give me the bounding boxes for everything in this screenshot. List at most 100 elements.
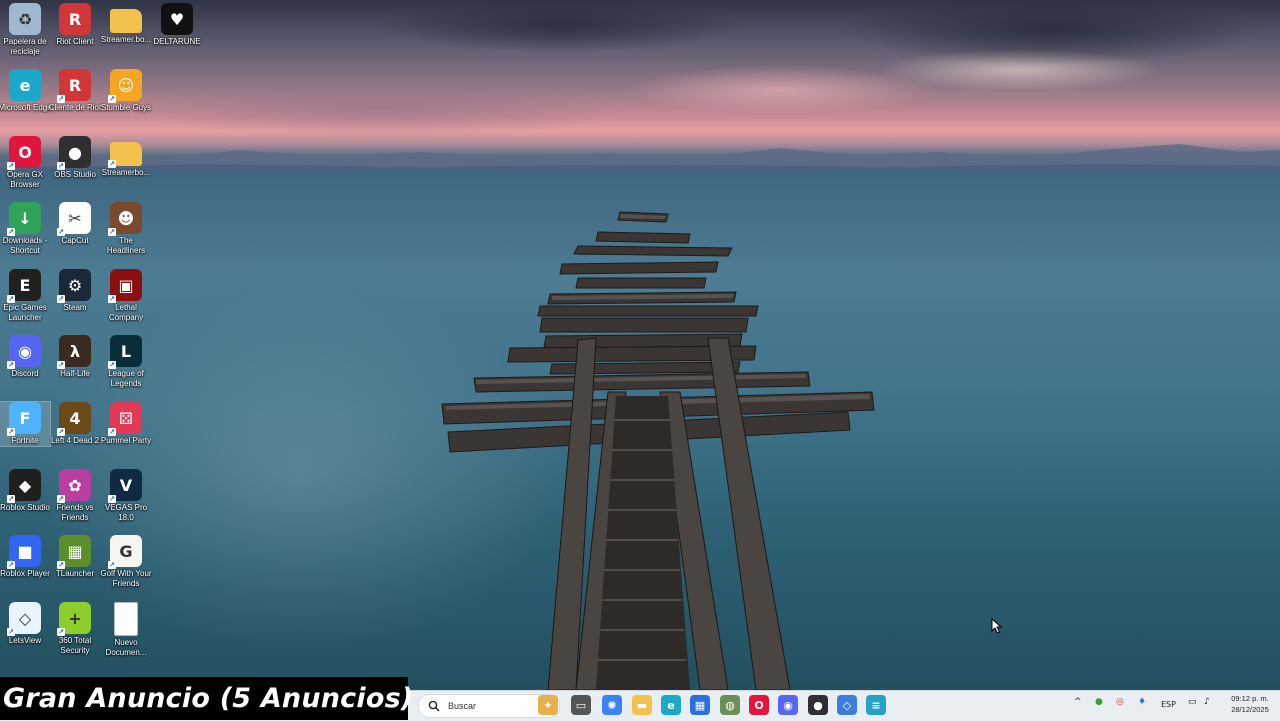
- desktop-icon-epic-games[interactable]: E ↗ Epic Games Launcher: [0, 269, 50, 323]
- roblox-player-icon: ■ ↗: [7, 535, 41, 569]
- desktop-icon-label: Golf With Your Friends: [100, 569, 152, 588]
- desktop-icon-riot-client[interactable]: R ↗ Cliente de Riot: [48, 69, 102, 113]
- clock-time: 09:12 p. m.: [1231, 694, 1269, 703]
- stumble-guys-icon: ☺ ↗: [108, 69, 142, 103]
- desktop-icon-half-life[interactable]: λ ↗ Half-Life: [50, 335, 100, 379]
- shortcut-arrow-icon: ↗: [57, 162, 65, 170]
- left4dead-icon: 4 ↗: [57, 402, 91, 436]
- letsview-icon: ◇ ↗: [7, 602, 41, 636]
- desktop-icon-steam[interactable]: ⚙ ↗ Steam: [50, 269, 100, 313]
- security-tray-icon[interactable]: ●: [1095, 697, 1103, 707]
- shortcut-arrow-icon: ↗: [57, 628, 65, 636]
- shortcut-arrow-icon: ↗: [108, 95, 116, 103]
- wallpaper-pier: [441, 211, 875, 690]
- language-indicator[interactable]: ESP: [1161, 700, 1176, 709]
- volume-icon[interactable]: ♪: [1204, 697, 1210, 707]
- desktop-icon-capcut[interactable]: ✂ ↗ CapCut: [50, 202, 100, 246]
- shortcut-arrow-icon: ↗: [7, 561, 15, 569]
- taskbar-widgets-icon[interactable]: ✦: [538, 695, 558, 715]
- obs-icon: ●: [813, 698, 823, 712]
- desktop-icon-label: Left 4 Dead 2: [50, 436, 100, 445]
- desktop-icon-label: CapCut: [61, 236, 89, 245]
- clock-date: 28/12/2025: [1231, 705, 1269, 714]
- taskbar-obs-icon[interactable]: ●: [808, 695, 828, 715]
- widgets-icon: ✦: [543, 698, 553, 712]
- shortcut-arrow-icon: ↗: [7, 628, 15, 636]
- taskbar-edge-icon[interactable]: e: [661, 695, 681, 715]
- desktop-icon-headliners[interactable]: ☻ ↗ The Headliners: [101, 202, 151, 256]
- edge-icon: e: [9, 69, 41, 101]
- desktop-icon-label: Steam: [63, 303, 87, 312]
- taskbar-opera-gx-icon[interactable]: O: [749, 695, 769, 715]
- app-icon: ◍: [725, 698, 735, 712]
- desktop-icon-pummel-party[interactable]: ⚄ ↗ Pummel Party: [101, 402, 151, 446]
- taskbar-clock[interactable]: 09:12 p. m. 28/12/2025: [1222, 693, 1278, 715]
- desktop-icon-grid: ♻ Papelera de reciclaje R Riot Client Stream…: [0, 0, 201, 690]
- desktop-icon-lethal-company[interactable]: ▣ ↗ Lethal Company: [101, 269, 151, 323]
- league-icon: L ↗: [108, 335, 142, 369]
- desktop-icon-stumble-guys[interactable]: ☺ ↗ Stumble Guys: [101, 69, 151, 113]
- shortcut-arrow-icon: ↗: [7, 228, 15, 236]
- golf-icon: G ↗: [108, 535, 142, 569]
- taskbar-task-view-icon[interactable]: ▭: [571, 695, 591, 715]
- half-life-icon: λ ↗: [57, 335, 91, 369]
- desktop-icon-roblox-player[interactable]: ■ ↗ Roblox Player: [0, 535, 50, 579]
- desktop-icon-edge[interactable]: e Microsoft Edge: [0, 69, 52, 113]
- desktop-icon-vegas-pro[interactable]: V ↗ VEGAS Pro 18.0: [101, 469, 151, 523]
- search-icon: [428, 700, 440, 712]
- text-document-icon: [114, 602, 138, 636]
- desktop-icon-riot-client[interactable]: R Riot Client: [50, 3, 100, 47]
- desktop-icon-label: 360 Total Security: [58, 636, 92, 655]
- desktop-icon-recycle-bin[interactable]: ♻ Papelera de reciclaje: [0, 3, 50, 57]
- shortcut-arrow-icon: ↗: [108, 561, 116, 569]
- desktop-icon-label: Streamer.bo...: [100, 35, 152, 44]
- taskbar-notepad-icon[interactable]: ≡: [866, 695, 886, 715]
- display-icon[interactable]: ▭: [1188, 697, 1197, 707]
- desktop-wallpaper: ♻ Papelera de reciclaje R Riot Client Stream…: [0, 0, 1280, 690]
- microphone-icon[interactable]: ♦: [1138, 697, 1146, 707]
- desktop-icon-left4dead[interactable]: 4 ↗ Left 4 Dead 2: [50, 402, 100, 446]
- desktop-icon-deltarune[interactable]: ♥ DELTARUNE: [152, 3, 202, 47]
- desktop-icon-fortnite[interactable]: F ↗ Fortnite: [0, 401, 51, 447]
- desktop-icon-discord[interactable]: ◉ ↗ Discord: [0, 335, 50, 379]
- taskbar-copilot-icon[interactable]: ✺: [602, 695, 622, 715]
- chevron-up-icon[interactable]: ^: [1074, 697, 1082, 707]
- desktop-icon-label: Cliente de Riot: [48, 103, 102, 112]
- desktop-icon-league[interactable]: L ↗ League of Legends: [101, 335, 151, 389]
- desktop-icon-letsview[interactable]: ◇ ↗ LetsView: [0, 602, 50, 646]
- desktop-icon-label: Pummel Party: [100, 436, 152, 445]
- discord-icon: ◉: [783, 698, 793, 712]
- desktop-icon-golf[interactable]: G ↗ Golf With Your Friends: [100, 535, 152, 589]
- shortcut-arrow-icon: ↗: [57, 361, 65, 369]
- taskbar-store-icon[interactable]: ▦: [690, 695, 710, 715]
- shortcut-arrow-icon: ↗: [7, 162, 15, 170]
- announcement-banner: Gran Anuncio (5 Anuncios): [0, 677, 413, 720]
- desktop-icon-label: TLauncher: [55, 569, 95, 578]
- task-view-icon: ▭: [575, 698, 587, 712]
- taskbar-file-explorer-icon[interactable]: ▬: [632, 695, 652, 715]
- desktop-icon-label: Discord: [11, 369, 39, 378]
- desktop-icon-folder[interactable]: ↗ Streamerbo...: [101, 136, 151, 178]
- desktop-icon-opera-gx[interactable]: O ↗ Opera GX Browser: [0, 136, 50, 190]
- desktop-icon-security-360[interactable]: + ↗ 360 Total Security: [50, 602, 100, 656]
- desktop-icon-label: Half-Life: [60, 369, 90, 378]
- desktop-icon-label: LetsView: [8, 636, 42, 645]
- taskbar-app-icon[interactable]: ◍: [720, 695, 740, 715]
- recycle-bin-icon: ♻: [9, 3, 41, 35]
- desktop-icon-label: Downloads - Shortcut: [2, 236, 48, 255]
- desktop-icon-downloads-folder[interactable]: ↓ ↗ Downloads - Shortcut: [0, 202, 50, 256]
- folder-icon: ↗: [108, 142, 142, 168]
- desktop-icon-label: Microsoft Edge: [0, 103, 52, 112]
- desktop-icon-tlauncher[interactable]: ▦ ↗ TLauncher: [50, 535, 100, 579]
- desktop-icon-roblox-studio[interactable]: ◆ ↗ Roblox Studio: [0, 469, 50, 513]
- desktop-icon-friends-vs-friends[interactable]: ✿ ↗ Friends vs Friends: [50, 469, 100, 523]
- letsview-icon: ◇: [842, 698, 852, 712]
- taskbar-letsview-icon[interactable]: ◇: [837, 695, 857, 715]
- desktop-icon-text-document[interactable]: Nuevo Documen...: [101, 602, 151, 658]
- network-shield-icon[interactable]: ◎: [1116, 697, 1124, 707]
- notepad-icon: ≡: [871, 698, 881, 712]
- desktop-icon-folder[interactable]: Streamer.bo...: [101, 3, 151, 45]
- taskbar-discord-icon[interactable]: ◉: [778, 695, 798, 715]
- deltarune-icon: ♥: [161, 3, 193, 35]
- desktop-icon-obs[interactable]: ● ↗ OBS Studio: [50, 136, 100, 180]
